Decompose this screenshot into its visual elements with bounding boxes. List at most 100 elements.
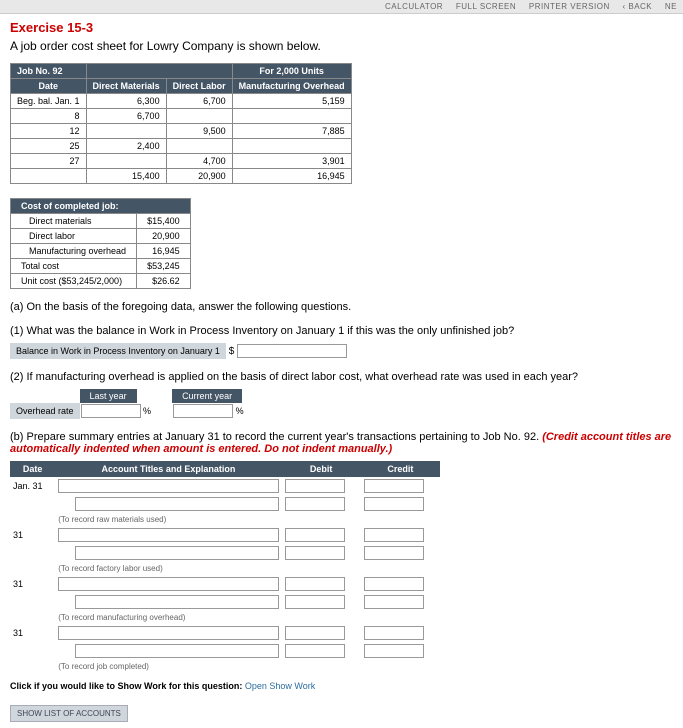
credit-input[interactable] — [364, 497, 424, 511]
table-cell: 6,300 — [86, 94, 166, 109]
credit-input[interactable] — [364, 479, 424, 493]
debit-input[interactable] — [285, 644, 345, 658]
entry-col-acct: Account Titles and Explanation — [55, 461, 281, 477]
part-a-text: (a) On the basis of the foregoing data, … — [10, 301, 673, 313]
credit-input[interactable] — [364, 626, 424, 640]
entry-col-debit: Debit — [282, 461, 361, 477]
overhead-current-input[interactable] — [173, 404, 233, 418]
credit-input[interactable] — [364, 644, 424, 658]
credit-input[interactable] — [364, 595, 424, 609]
account-input[interactable] — [58, 528, 278, 542]
total-dl: 20,900 — [166, 169, 232, 184]
entry-date: 31 — [10, 526, 55, 544]
table-cell — [232, 139, 351, 154]
unit-cost-label: Unit cost ($53,245/2,000) — [11, 274, 137, 289]
entry-hint: (To record manufacturing overhead) — [55, 611, 281, 624]
debit-input[interactable] — [285, 595, 345, 609]
part-b-text: (b) Prepare summary entries at January 3… — [10, 431, 673, 455]
total-cost-label: Total cost — [11, 259, 137, 274]
cost-header: Cost of completed job: — [11, 199, 191, 214]
show-work-line: Click if you would like to Show Work for… — [10, 681, 673, 691]
debit-input[interactable] — [285, 528, 345, 542]
table-cell: 12 — [11, 124, 87, 139]
debit-input[interactable] — [285, 577, 345, 591]
debit-input[interactable] — [285, 497, 345, 511]
cost-row-label: Direct materials — [11, 214, 137, 229]
col-direct-labor: Direct Labor — [166, 79, 232, 94]
table-cell — [86, 124, 166, 139]
account-input[interactable] — [75, 546, 278, 560]
exercise-title: Exercise 15-3 — [10, 20, 673, 35]
account-input[interactable] — [58, 626, 278, 640]
journal-entry-table: Date Account Titles and Explanation Debi… — [10, 461, 440, 673]
cost-row-label: Direct labor — [11, 229, 137, 244]
account-input[interactable] — [58, 577, 278, 591]
credit-input[interactable] — [364, 546, 424, 560]
cost-row-val: 20,900 — [137, 229, 191, 244]
debit-input[interactable] — [285, 626, 345, 640]
fullscreen-link[interactable]: FULL SCREEN — [456, 2, 516, 11]
cost-row-val: $15,400 — [137, 214, 191, 229]
account-input[interactable] — [58, 479, 278, 493]
table-cell — [232, 109, 351, 124]
col-date: Date — [11, 79, 87, 94]
table-cell — [166, 139, 232, 154]
entry-date: Jan. 31 — [10, 477, 55, 495]
back-link[interactable]: ‹ BACK — [622, 2, 652, 11]
total-mo: 16,945 — [232, 169, 351, 184]
partb-lead: (b) Prepare summary entries at January 3… — [10, 431, 542, 443]
unit-cost-val: $26.62 — [137, 274, 191, 289]
next-link[interactable]: NE — [665, 2, 677, 11]
q1-input[interactable] — [237, 344, 347, 358]
entry-date: 31 — [10, 624, 55, 642]
debit-input[interactable] — [285, 546, 345, 560]
table-cell: 27 — [11, 154, 87, 169]
account-input[interactable] — [75, 497, 278, 511]
overhead-last-input[interactable] — [81, 404, 141, 418]
account-input[interactable] — [75, 595, 278, 609]
open-show-work-link[interactable]: Open Show Work — [245, 681, 315, 691]
table-cell: 3,901 — [232, 154, 351, 169]
printer-link[interactable]: PRINTER VERSION — [529, 2, 610, 11]
entry-hint: (To record job completed) — [55, 660, 281, 673]
job-cost-table: Job No. 92 For 2,000 Units Date Direct M… — [10, 63, 352, 184]
calculator-link[interactable]: CALCULATOR — [385, 2, 443, 11]
dollar-sign: $ — [229, 346, 235, 357]
table-cell: 2,400 — [86, 139, 166, 154]
exercise-description: A job order cost sheet for Lowry Company… — [10, 39, 673, 53]
total-dm: 15,400 — [86, 169, 166, 184]
table-cell: 25 — [11, 139, 87, 154]
table-cell — [11, 169, 87, 184]
overhead-rate-label: Overhead rate — [10, 403, 80, 419]
table-cell: 5,159 — [232, 94, 351, 109]
table-cell — [166, 109, 232, 124]
account-input[interactable] — [75, 644, 278, 658]
cost-row-val: 16,945 — [137, 244, 191, 259]
show-work-label: Click if you would like to Show Work for… — [10, 681, 242, 691]
entry-col-credit: Credit — [361, 461, 440, 477]
table-cell — [86, 154, 166, 169]
cost-row-label: Manufacturing overhead — [11, 244, 137, 259]
entry-hint: (To record raw materials used) — [55, 513, 281, 526]
table-cell: 9,500 — [166, 124, 232, 139]
table-cell: 6,700 — [86, 109, 166, 124]
question-2: (2) If manufacturing overhead is applied… — [10, 371, 673, 383]
cost-completed-table: Cost of completed job: Direct materials$… — [10, 198, 191, 289]
col-mfg-overhead: Manufacturing Overhead — [232, 79, 351, 94]
entry-hint: (To record factory labor used) — [55, 562, 281, 575]
debit-input[interactable] — [285, 479, 345, 493]
job-number: Job No. 92 — [11, 64, 87, 79]
table-cell: 4,700 — [166, 154, 232, 169]
for-units: For 2,000 Units — [232, 64, 351, 79]
last-year-header: Last year — [80, 389, 137, 403]
credit-input[interactable] — [364, 577, 424, 591]
table-cell: Beg. bal. Jan. 1 — [11, 94, 87, 109]
col-direct-materials: Direct Materials — [86, 79, 166, 94]
show-list-accounts-button[interactable]: SHOW LIST OF ACCOUNTS — [10, 705, 128, 722]
total-cost-val: $53,245 — [137, 259, 191, 274]
table-cell: 8 — [11, 109, 87, 124]
entry-date: 31 — [10, 575, 55, 593]
credit-input[interactable] — [364, 528, 424, 542]
q1-prompt: Balance in Work in Process Inventory on … — [10, 343, 226, 359]
current-year-header: Current year — [172, 389, 242, 403]
